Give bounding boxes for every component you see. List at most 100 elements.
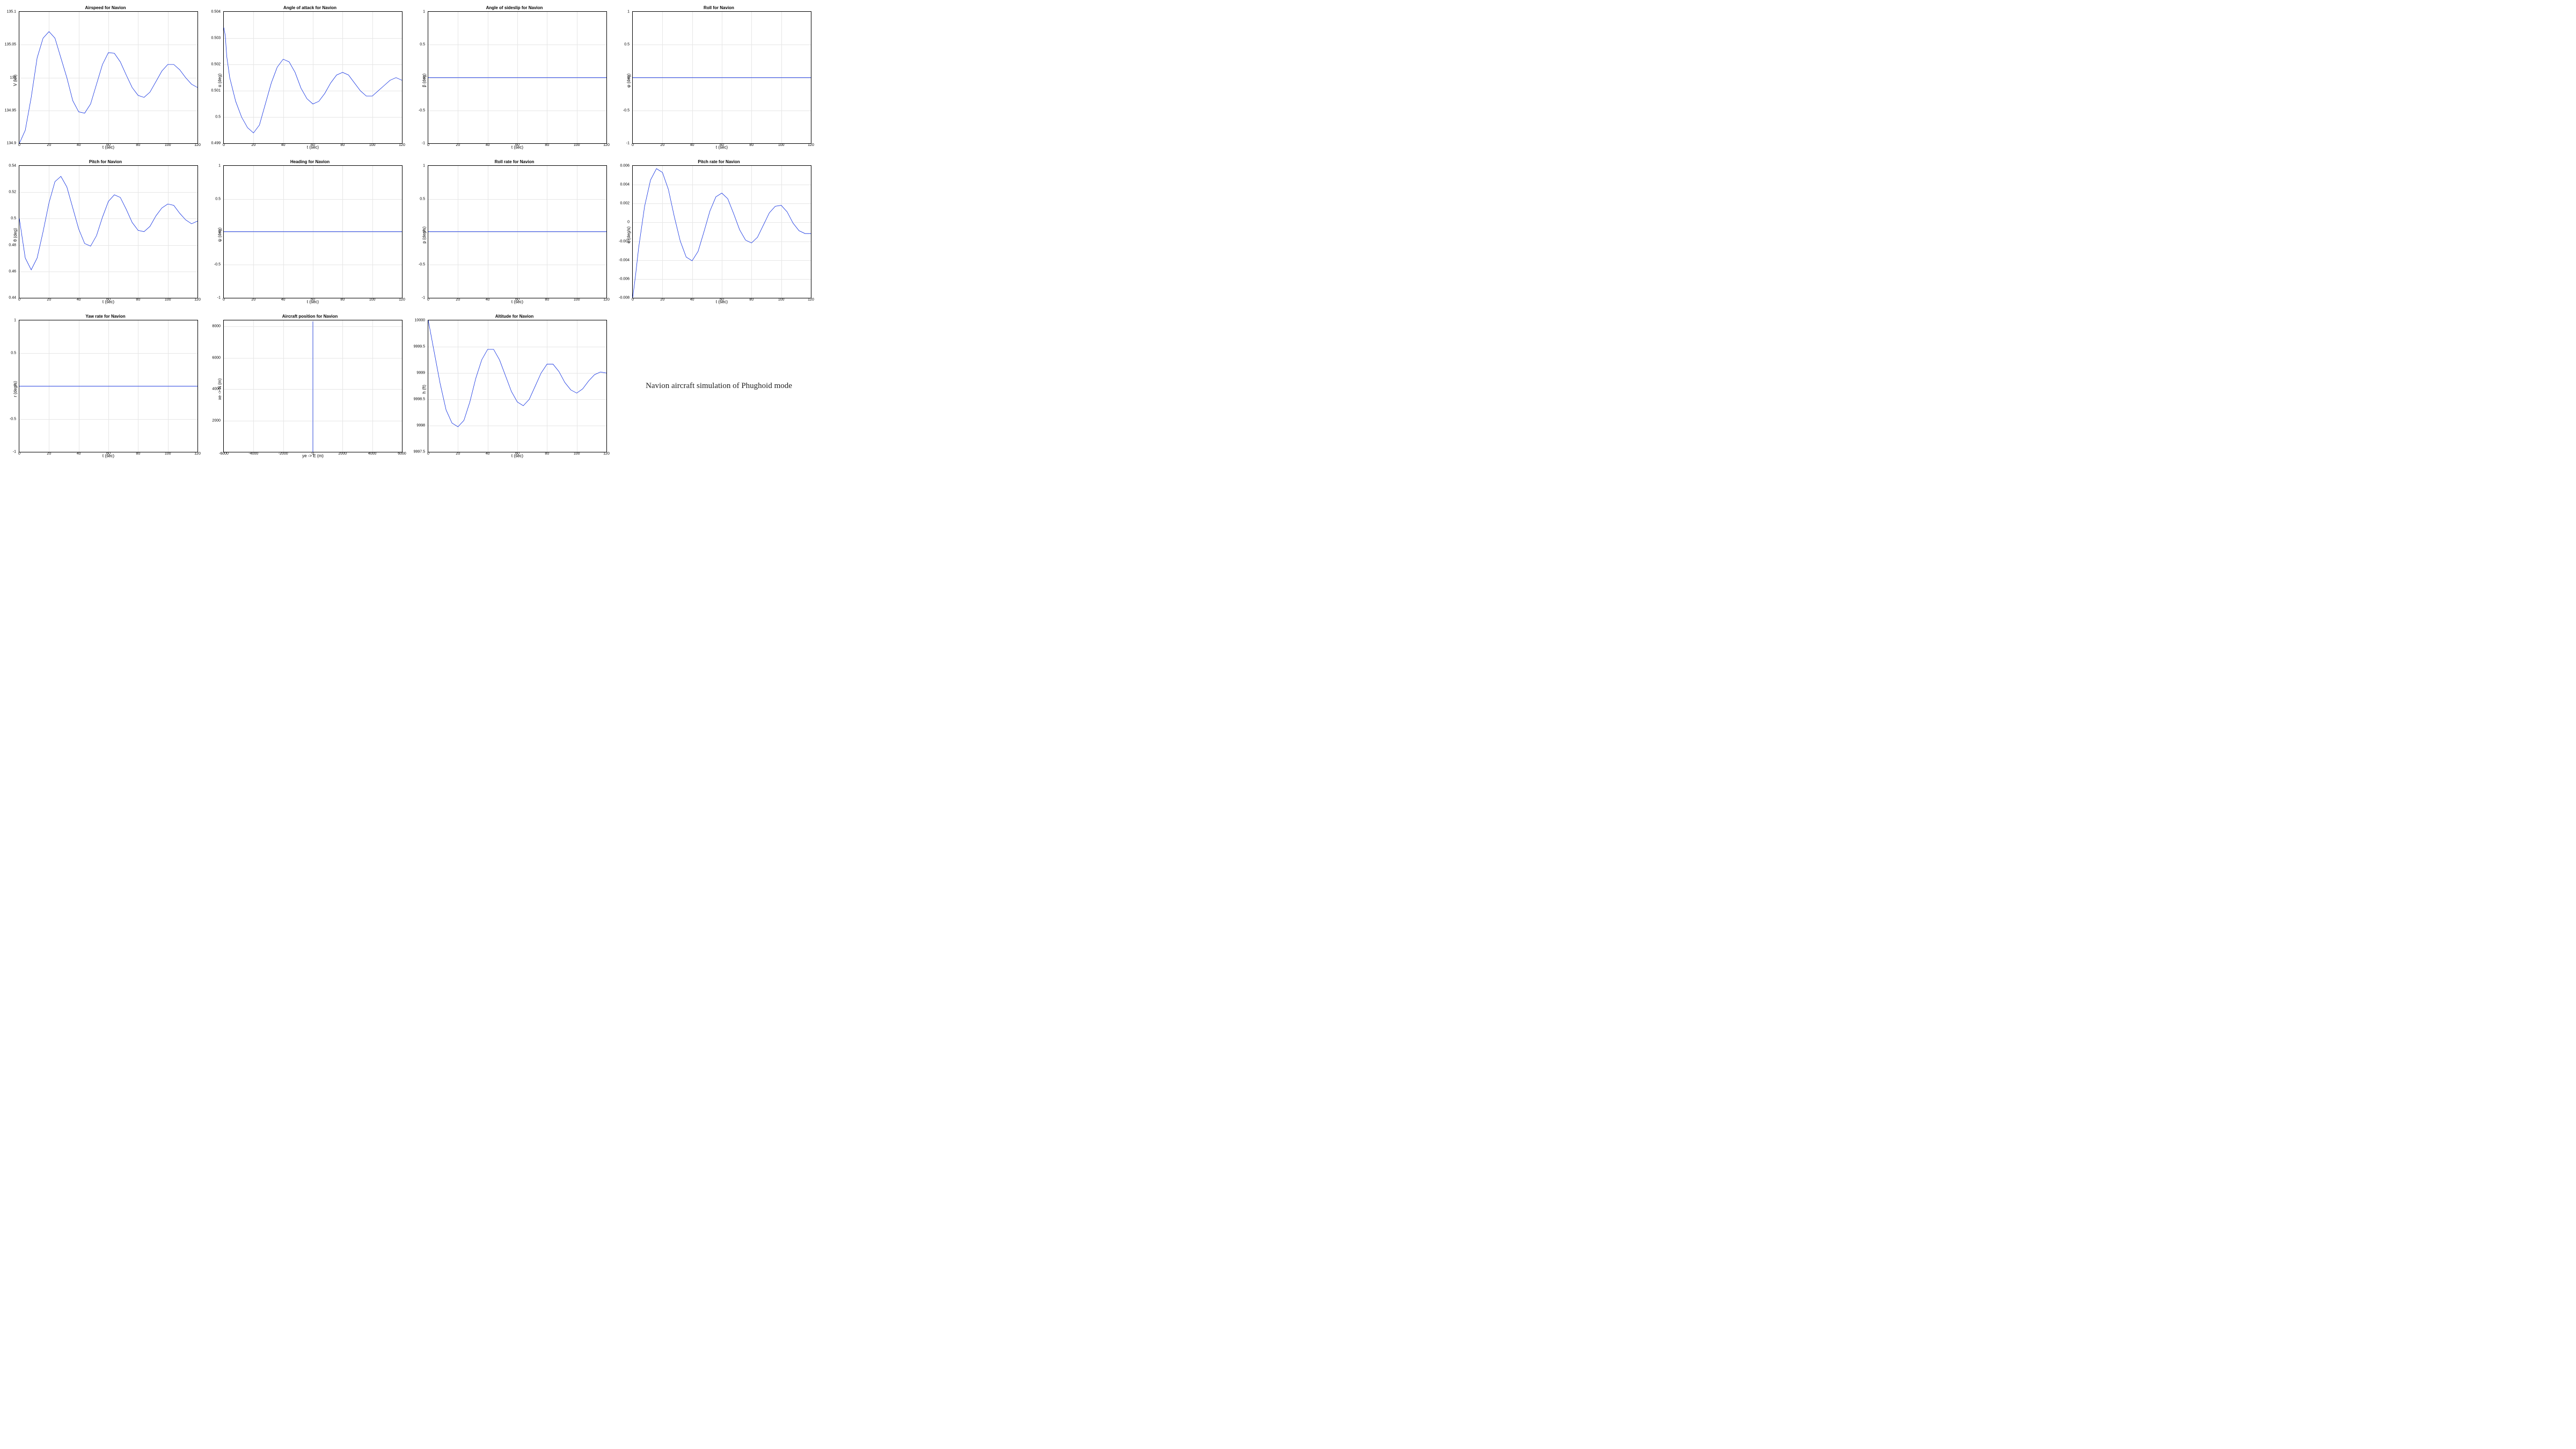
x-tick-label: 60 bbox=[311, 298, 315, 302]
figure-caption-cell: Navion aircraft simulation of Phughoid m… bbox=[626, 314, 811, 458]
x-tick-label: 120 bbox=[603, 452, 610, 456]
plot-axes: 020406080100120-1-0.500.51 bbox=[223, 165, 402, 298]
y-tick-label: 0 bbox=[218, 230, 221, 234]
y-tick-label: -1 bbox=[422, 142, 425, 145]
x-tick-label: 80 bbox=[545, 452, 549, 456]
y-tick-label: 0.504 bbox=[211, 10, 221, 14]
x-tick-label: 20 bbox=[456, 452, 460, 456]
chart-rollrate: Roll rate for Navionp (deg/s)02040608010… bbox=[422, 159, 607, 304]
y-tick-label: 0 bbox=[423, 230, 425, 234]
x-tick-label: 0 bbox=[427, 143, 429, 147]
plot-axes: 0204060801001200.4990.50.5010.5020.5030.… bbox=[223, 11, 402, 144]
x-tick-label: 120 bbox=[603, 298, 610, 302]
x-tick-label: 60 bbox=[311, 143, 315, 147]
x-tick-label: 40 bbox=[77, 143, 81, 147]
y-tick-label: 1 bbox=[423, 10, 425, 14]
y-tick-label: 135.05 bbox=[5, 43, 16, 47]
x-tick-label: 120 bbox=[808, 298, 814, 302]
x-tick-label: 100 bbox=[369, 143, 376, 147]
y-tick-label: -0.004 bbox=[619, 258, 630, 262]
y-tick-label: 0.5 bbox=[420, 43, 425, 47]
chart-title: Roll rate for Navion bbox=[422, 159, 607, 164]
x-tick-label: 0 bbox=[223, 143, 225, 147]
chart-title: Roll for Navion bbox=[626, 5, 811, 10]
chart-title: Pitch for Navion bbox=[13, 159, 198, 164]
figure-caption: Navion aircraft simulation of Phughoid m… bbox=[646, 382, 792, 391]
plot-axes: 020406080100120-1-0.500.51 bbox=[428, 11, 607, 144]
x-tick-label: -4000 bbox=[248, 452, 258, 456]
x-tick-label: 0 bbox=[223, 298, 225, 302]
y-tick-label: 0.46 bbox=[9, 269, 16, 273]
x-tick-label: 0 bbox=[427, 452, 429, 456]
plot-axes: 020406080100120-1-0.500.51 bbox=[632, 11, 811, 144]
y-tick-label: -1 bbox=[217, 296, 221, 299]
x-tick-label: 40 bbox=[77, 452, 81, 456]
plot-axes: 020406080100120134.9134.95135135.05135.1 bbox=[19, 11, 198, 144]
x-tick-label: 80 bbox=[749, 143, 753, 147]
y-tick-label: -0.5 bbox=[419, 263, 425, 267]
chart-yawrate: Yaw rate for Navionr (deg/s)020406080100… bbox=[13, 314, 198, 458]
x-tick-label: 60 bbox=[106, 298, 111, 302]
y-tick-label: -1 bbox=[626, 142, 630, 145]
y-tick-label: 135.1 bbox=[6, 10, 16, 14]
y-tick-label: -1 bbox=[13, 450, 16, 454]
y-tick-label: 8000 bbox=[212, 325, 221, 328]
y-tick-label: 2000 bbox=[212, 419, 221, 422]
x-tick-label: 60 bbox=[515, 452, 519, 456]
x-tick-label: 120 bbox=[194, 452, 201, 456]
y-tick-label: 0.44 bbox=[9, 296, 16, 299]
x-tick-label: 0 bbox=[427, 298, 429, 302]
chart-title: Angle of sideslip for Navion bbox=[422, 5, 607, 10]
x-tick-label: 60 bbox=[515, 143, 519, 147]
chart-pitch: Pitch for Navionθ (deg)0204060801001200.… bbox=[13, 159, 198, 304]
x-tick-label: 100 bbox=[778, 143, 785, 147]
chart-title: Pitch rate for Navion bbox=[626, 159, 811, 164]
x-tick-label: 40 bbox=[281, 143, 286, 147]
x-tick-label: 60 bbox=[720, 298, 724, 302]
x-tick-label: 0 bbox=[18, 143, 20, 147]
y-tick-label: 135 bbox=[10, 76, 16, 79]
plot-axes: 020406080100120-1-0.500.51 bbox=[428, 165, 607, 298]
y-tick-label: 0.501 bbox=[211, 89, 221, 93]
x-tick-label: 120 bbox=[808, 143, 814, 147]
x-tick-label: 20 bbox=[660, 143, 664, 147]
x-tick-label: 120 bbox=[194, 298, 201, 302]
x-tick-label: 100 bbox=[165, 143, 171, 147]
y-tick-label: 0.499 bbox=[211, 142, 221, 145]
x-tick-label: 100 bbox=[574, 143, 580, 147]
y-tick-label: 0 bbox=[627, 221, 630, 224]
chart-title: Angle of attack for Navion bbox=[217, 5, 402, 10]
y-tick-label: 9998.5 bbox=[414, 397, 425, 401]
y-tick-label: 0.006 bbox=[620, 164, 630, 168]
x-tick-label: 40 bbox=[486, 452, 490, 456]
x-tick-label: 20 bbox=[47, 143, 51, 147]
x-tick-label: 40 bbox=[281, 298, 286, 302]
x-tick-label: 6000 bbox=[398, 452, 406, 456]
plot-axes: -6000-4000-20000200040006000200040006000… bbox=[223, 320, 402, 452]
y-tick-label: 0.502 bbox=[211, 63, 221, 67]
y-tick-label: 0.5 bbox=[215, 115, 221, 119]
x-tick-label: 120 bbox=[194, 143, 201, 147]
data-series bbox=[224, 27, 402, 133]
y-tick-label: 9999.5 bbox=[414, 345, 425, 348]
y-tick-label: 0.48 bbox=[9, 243, 16, 247]
y-tick-label: 9997.5 bbox=[414, 450, 425, 454]
x-tick-label: 80 bbox=[136, 143, 140, 147]
x-tick-label: 80 bbox=[545, 143, 549, 147]
plot-axes: 0204060801001200.440.460.480.50.520.54 bbox=[19, 165, 198, 298]
y-tick-label: 0 bbox=[627, 76, 630, 79]
x-tick-label: 80 bbox=[340, 143, 345, 147]
plot-axes: 020406080100120-1-0.500.51 bbox=[19, 320, 198, 452]
chart-title: Aircraft position for Navion bbox=[217, 314, 402, 319]
chart-heading: Heading for Navionψ (deg)020406080100120… bbox=[217, 159, 402, 304]
chart-title: Heading for Navion bbox=[217, 159, 402, 164]
y-tick-label: 0.52 bbox=[9, 191, 16, 194]
plot-axes: 0204060801001209997.599989998.599999999.… bbox=[428, 320, 607, 452]
data-series bbox=[428, 320, 606, 427]
x-tick-label: 0 bbox=[18, 298, 20, 302]
x-tick-label: 80 bbox=[136, 298, 140, 302]
y-tick-label: 0.5 bbox=[624, 43, 630, 47]
x-tick-label: 20 bbox=[251, 143, 255, 147]
y-tick-label: -0.5 bbox=[419, 109, 425, 113]
chart-title: Airspeed for Navion bbox=[13, 5, 198, 10]
